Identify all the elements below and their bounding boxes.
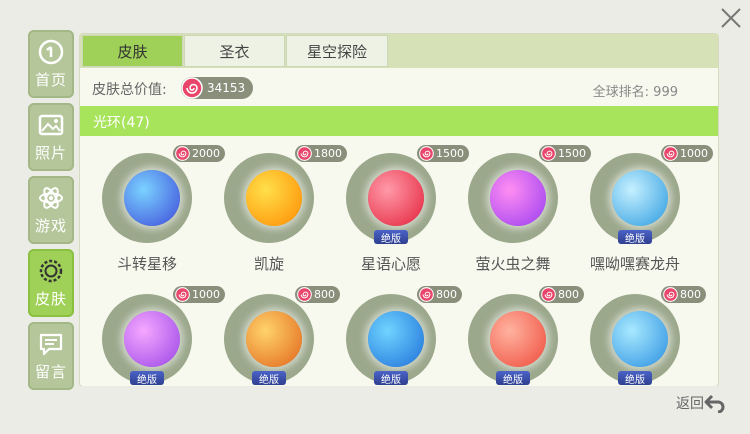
price-value: 800 (436, 288, 457, 301)
candy-coin-icon (181, 77, 203, 99)
sidebar-item-messages[interactable]: 留言 (28, 322, 74, 390)
price-value: 2000 (192, 147, 220, 160)
close-button[interactable] (719, 6, 743, 30)
tab-star-exploration[interactable]: 星空探险 (286, 35, 388, 67)
total-value: 34153 (207, 81, 246, 95)
photo-icon (38, 112, 64, 138)
skin-item[interactable]: 1500 萤火虫之舞 (463, 145, 591, 293)
price-value: 1000 (192, 288, 220, 301)
price-tag: 800 (539, 286, 584, 303)
message-icon (38, 331, 64, 357)
total-value-label: 皮肤总价值: (92, 82, 167, 98)
candy-coin-icon (297, 287, 312, 302)
tab-bar: 皮肤 圣衣 星空探险 (80, 34, 718, 68)
price-value: 800 (558, 288, 579, 301)
halo-orb-icon (124, 170, 180, 226)
candy-coin-icon (419, 146, 434, 161)
skin-summary: 皮肤总价值: 34153 全球排名: 999 (80, 74, 718, 102)
limited-edition-badge: 绝版 (374, 371, 408, 386)
halo-orb-icon (612, 311, 668, 367)
halo-orb-icon (368, 170, 424, 226)
atom-icon (38, 185, 64, 211)
price-value: 1800 (314, 147, 342, 160)
limited-edition-badge: 绝版 (252, 371, 286, 386)
candy-coin-icon (541, 146, 556, 161)
skin-item[interactable]: 1500 绝版星语心愿 (341, 145, 469, 293)
category-title: 光环(47) (93, 115, 150, 131)
skin-disc (468, 153, 558, 243)
price-tag: 1500 (417, 145, 469, 162)
skin-name: 萤火虫之舞 (475, 255, 551, 273)
price-tag: 1500 (539, 145, 591, 162)
skin-item[interactable]: 2000 斗转星移 (97, 145, 225, 293)
sidebar-item-label: 留言 (34, 362, 67, 381)
skin-item[interactable]: 1800 凯旋 (219, 145, 347, 293)
sidebar-item-label: 首页 (34, 70, 67, 89)
limited-edition-badge: 绝版 (618, 230, 652, 245)
category-header[interactable]: 光环(47) (80, 106, 718, 136)
limited-edition-badge: 绝版 (374, 230, 408, 245)
main-panel: 皮肤 圣衣 星空探险 皮肤总价值: 34153 全球排名: 999 光环(47)… (80, 34, 718, 386)
price-tag: 800 (661, 286, 706, 303)
candy-coin-icon (175, 146, 190, 161)
halo-orb-icon (246, 311, 302, 367)
halo-orb-icon (612, 170, 668, 226)
sidebar-item-photo[interactable]: 照片 (28, 103, 74, 171)
sidebar-item-label: 游戏 (34, 216, 67, 235)
home-icon (38, 39, 64, 65)
price-value: 800 (680, 288, 701, 301)
back-button[interactable]: 返回 (676, 393, 726, 413)
sidebar-item-home[interactable]: 首页 (28, 30, 74, 98)
halo-orb-icon (490, 170, 546, 226)
total-value-badge: 34153 (181, 77, 253, 99)
sidebar-item-label: 照片 (34, 143, 67, 162)
candy-coin-icon (541, 287, 556, 302)
limited-edition-badge: 绝版 (130, 371, 164, 386)
tab-holy-cloth[interactable]: 圣衣 (184, 35, 285, 67)
price-value: 1500 (436, 147, 464, 160)
skin-name: 星语心愿 (360, 255, 421, 273)
sidebar-item-label: 皮肤 (34, 289, 67, 308)
candy-coin-icon (663, 287, 678, 302)
global-rank: 全球排名: 999 (592, 85, 678, 100)
halo-orb-icon (246, 170, 302, 226)
price-tag: 800 (295, 286, 340, 303)
back-arrow-icon (704, 394, 725, 413)
limited-edition-badge: 绝版 (496, 371, 530, 386)
tab-skins[interactable]: 皮肤 (82, 35, 183, 67)
close-icon (721, 8, 741, 28)
candy-coin-icon (297, 146, 312, 161)
skin-disc (102, 153, 192, 243)
halo-orb-icon (124, 311, 180, 367)
halo-orb-icon (368, 311, 424, 367)
price-tag: 800 (417, 286, 462, 303)
ring-icon (38, 258, 64, 284)
skin-name: 斗转星移 (116, 255, 177, 273)
price-value: 1500 (558, 147, 586, 160)
price-tag: 1000 (661, 145, 713, 162)
candy-coin-icon (419, 287, 434, 302)
skin-item[interactable]: 1000 绝版嘿呦嘿赛龙舟 (585, 145, 713, 293)
candy-coin-icon (175, 287, 190, 302)
price-value: 1000 (680, 147, 708, 160)
skin-name: 嘿呦嘿赛龙舟 (589, 255, 680, 273)
limited-edition-badge: 绝版 (618, 371, 652, 386)
skin-disc (224, 153, 314, 243)
price-tag: 1800 (295, 145, 347, 162)
skin-name: 凯旋 (253, 255, 284, 273)
price-tag: 1000 (173, 286, 225, 303)
halo-orb-icon (490, 311, 546, 367)
price-value: 800 (314, 288, 335, 301)
sidebar-item-skins[interactable]: 皮肤 (28, 249, 74, 317)
back-label: 返回 (676, 396, 704, 412)
panel-bottom-edge (80, 386, 720, 421)
candy-coin-icon (663, 146, 678, 161)
price-tag: 2000 (173, 145, 225, 162)
sidebar-item-games[interactable]: 游戏 (28, 176, 74, 244)
